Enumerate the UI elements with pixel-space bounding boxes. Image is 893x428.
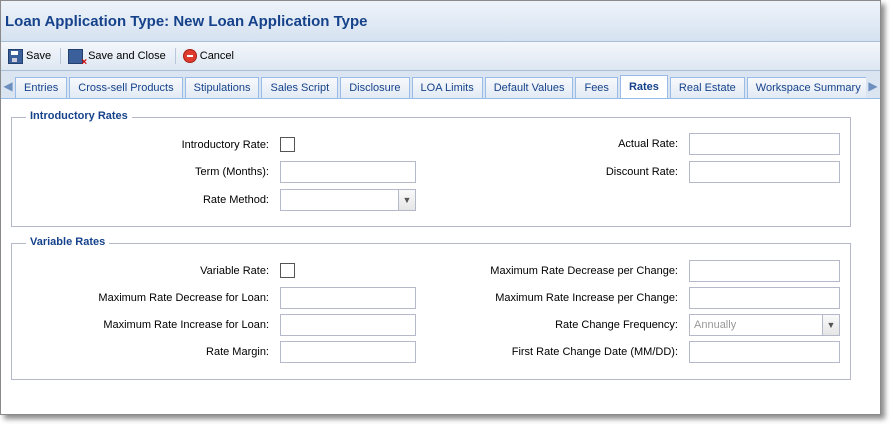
tab-strip: Entries Cross-sell Products Stipulations… — [15, 75, 866, 98]
title-bar: Loan Application Type: New Loan Applicat… — [1, 1, 880, 42]
max-rate-increase-change-label: Maximum Rate Increase per Change: — [495, 292, 678, 304]
tab-stipulations[interactable]: Stipulations — [184, 77, 260, 98]
save-and-close-label: Save and Close — [88, 50, 166, 62]
tab-fees[interactable]: Fees — [575, 77, 618, 98]
term-months-label: Term (Months): — [195, 166, 269, 178]
cancel-button-label: Cancel — [199, 50, 234, 62]
variable-rates-fieldset: Variable Rates Variable Rate: Maximum Ra… — [11, 236, 851, 380]
variable-rates-legend: Variable Rates — [26, 236, 110, 248]
rate-method-label: Rate Method: — [202, 194, 269, 206]
variable-rate-checkbox[interactable] — [280, 263, 295, 278]
save-and-close-button[interactable]: Save and Close — [65, 47, 169, 68]
first-rate-change-date-label: First Rate Change Date (MM/DD): — [511, 346, 678, 358]
rate-change-frequency-label: Rate Change Frequency: — [555, 319, 678, 331]
cancel-icon — [182, 49, 197, 63]
tab-rates[interactable]: Rates — [619, 75, 668, 98]
max-rate-decrease-change-label: Maximum Rate Decrease per Change: — [490, 265, 678, 277]
introductory-rate-checkbox[interactable] — [280, 137, 295, 152]
tab-sales-script[interactable]: Sales Script — [261, 77, 339, 98]
toolbar-separator — [60, 48, 62, 64]
tab-loa-limits[interactable]: LOA Limits — [411, 77, 483, 98]
toolbar: Save Save and Close Cancel — [1, 42, 880, 71]
actual-rate-label: Actual Rate: — [618, 138, 678, 150]
term-months-input[interactable] — [280, 161, 416, 183]
tab-entries[interactable]: Entries — [15, 77, 68, 98]
tab-scroll-left-icon[interactable]: ◀ — [1, 74, 15, 98]
chevron-down-icon[interactable]: ▼ — [398, 190, 415, 210]
rate-change-frequency-value: Annually — [694, 319, 737, 331]
save-close-icon — [68, 48, 87, 68]
chevron-down-icon[interactable]: ▼ — [822, 315, 839, 335]
introductory-rates-fieldset: Introductory Rates Introductory Rate: Te… — [11, 110, 851, 227]
max-rate-increase-loan-input[interactable] — [280, 314, 416, 336]
page-title: Loan Application Type: New Loan Applicat… — [5, 12, 368, 30]
max-rate-decrease-change-input[interactable] — [689, 260, 840, 282]
introductory-rates-legend: Introductory Rates — [26, 110, 132, 122]
tab-real-estate[interactable]: Real Estate — [669, 77, 745, 98]
first-rate-change-date-input[interactable] — [689, 341, 840, 363]
introductory-rate-label: Introductory Rate: — [181, 138, 269, 151]
rate-change-frequency-select[interactable]: Annually ▼ — [689, 314, 840, 336]
tab-disclosure[interactable]: Disclosure — [340, 77, 410, 98]
rate-margin-label: Rate Margin: — [206, 346, 269, 358]
actual-rate-input[interactable] — [689, 133, 840, 155]
save-button-label: Save — [26, 50, 52, 62]
discount-rate-label: Discount Rate: — [605, 166, 678, 178]
max-rate-decrease-loan-input[interactable] — [280, 287, 416, 309]
max-rate-decrease-loan-label: Maximum Rate Decrease for Loan: — [98, 292, 269, 304]
tab-bar: ◀ Entries Cross-sell Products Stipulatio… — [1, 71, 880, 99]
max-rate-increase-loan-label: Maximum Rate Increase for Loan: — [103, 319, 269, 331]
tab-cross-sell-products[interactable]: Cross-sell Products — [69, 77, 183, 98]
rate-margin-input[interactable] — [280, 341, 416, 363]
toolbar-separator — [174, 48, 176, 64]
variable-rate-label: Variable Rate: — [200, 264, 269, 277]
tab-default-values[interactable]: Default Values — [484, 77, 574, 98]
save-icon — [8, 48, 23, 64]
rate-method-select[interactable]: ▼ — [280, 189, 416, 211]
tab-workspace-summary[interactable]: Workspace Summary — [746, 77, 866, 98]
discount-rate-input[interactable] — [689, 161, 840, 183]
cancel-button[interactable]: Cancel — [180, 47, 237, 65]
max-rate-increase-change-input[interactable] — [689, 287, 840, 309]
save-button[interactable]: Save — [5, 47, 54, 66]
tab-scroll-right-icon[interactable]: ▶ — [866, 74, 880, 98]
window: Loan Application Type: New Loan Applicat… — [0, 0, 881, 415]
